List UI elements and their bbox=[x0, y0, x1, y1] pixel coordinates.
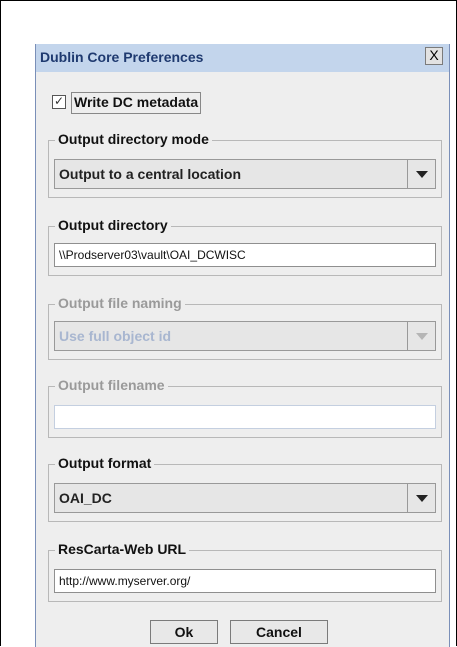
dialog-title: Dublin Core Preferences bbox=[40, 49, 204, 65]
output-directory-mode-value: Output to a central location bbox=[59, 166, 242, 182]
rescarta-web-url-field[interactable]: http://www.myserver.org/ bbox=[54, 569, 436, 593]
close-icon: X bbox=[429, 47, 439, 63]
title-bar[interactable]: Dublin Core Preferences X bbox=[36, 44, 449, 72]
ok-button[interactable]: Ok bbox=[150, 620, 218, 644]
output-file-naming-value: Use full object id bbox=[59, 328, 172, 344]
output-format-group: Output format OAI_DC bbox=[48, 455, 442, 522]
output-format-select[interactable]: OAI_DC bbox=[54, 483, 436, 513]
chevron-down-icon bbox=[407, 322, 435, 350]
output-directory-legend: Output directory bbox=[55, 217, 171, 233]
cancel-button[interactable]: Cancel bbox=[230, 620, 328, 644]
output-directory-mode-select[interactable]: Output to a central location bbox=[54, 159, 436, 189]
output-directory-mode-legend: Output directory mode bbox=[55, 131, 212, 147]
output-format-value: OAI_DC bbox=[59, 490, 112, 506]
output-format-legend: Output format bbox=[55, 455, 155, 471]
chevron-down-icon[interactable] bbox=[407, 484, 435, 512]
write-dc-metadata-label[interactable]: Write DC metadata bbox=[71, 92, 202, 114]
chevron-down-icon[interactable] bbox=[407, 160, 435, 188]
close-button[interactable]: X bbox=[425, 47, 443, 65]
output-filename-group: Output filename bbox=[48, 377, 442, 438]
output-file-naming-select: Use full object id bbox=[54, 321, 436, 351]
checkmark-icon: ✓ bbox=[53, 94, 65, 108]
output-file-naming-group: Output file naming Use full object id bbox=[48, 295, 442, 360]
output-file-naming-legend: Output file naming bbox=[55, 295, 185, 311]
output-directory-mode-group: Output directory mode Output to a centra… bbox=[48, 131, 442, 198]
output-filename-legend: Output filename bbox=[55, 377, 168, 393]
rescarta-web-url-legend: ResCarta-Web URL bbox=[55, 541, 190, 557]
output-directory-field[interactable]: \\Prodserver03\vault\OAI_DCWISC bbox=[54, 243, 436, 267]
rescarta-web-url-group: ResCarta-Web URL http://www.myserver.org… bbox=[48, 541, 442, 602]
write-dc-metadata-checkbox[interactable]: ✓ bbox=[52, 95, 66, 109]
rescarta-web-url-value: http://www.myserver.org/ bbox=[59, 574, 191, 588]
output-directory-group: Output directory \\Prodserver03\vault\OA… bbox=[48, 217, 442, 276]
dublin-core-preferences-dialog: Dublin Core Preferences X ✓ Write DC met… bbox=[35, 44, 450, 647]
output-filename-field bbox=[54, 405, 436, 429]
output-directory-value: \\Prodserver03\vault\OAI_DCWISC bbox=[59, 248, 246, 262]
